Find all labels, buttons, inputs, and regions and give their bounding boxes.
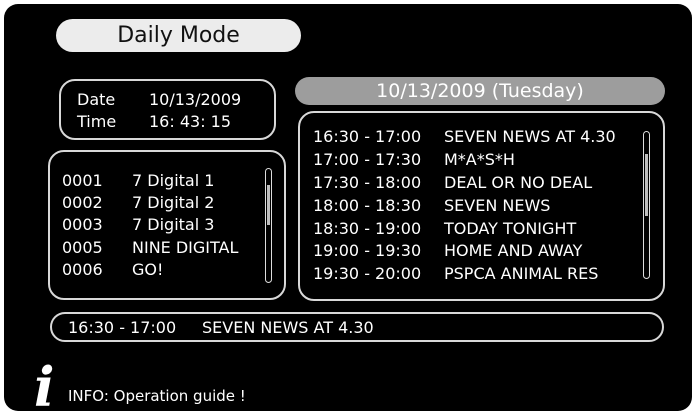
page-title: Daily Mode bbox=[56, 19, 301, 52]
channel-number: 0001 bbox=[62, 171, 103, 190]
channel-name: 7 Digital 3 bbox=[132, 215, 215, 235]
schedule-program: SEVEN NEWS AT 4.30 bbox=[444, 127, 616, 146]
schedule-program: DEAL OR NO DEAL bbox=[444, 172, 593, 192]
date-value: 10/13/2009 bbox=[149, 90, 242, 109]
schedule-program: PSPCA ANIMAL RES bbox=[444, 264, 599, 284]
schedule-time: 18:00 - 18:30 bbox=[313, 195, 422, 215]
channel-item[interactable]: 0006 GO! bbox=[62, 259, 238, 281]
schedule-time: 16:30 - 17:00 bbox=[313, 127, 422, 146]
channel-name: 7 Digital 1 bbox=[132, 171, 215, 190]
date-label: Date bbox=[77, 90, 116, 109]
schedule-date-header: 10/13/2009 (Tuesday) bbox=[295, 77, 665, 105]
schedule-time: 18:30 - 19:00 bbox=[313, 218, 422, 238]
channel-number: 0006 bbox=[62, 259, 103, 279]
channel-item[interactable]: 0003 7 Digital 3 bbox=[62, 214, 238, 236]
channel-item[interactable]: 0001 7 Digital 1 bbox=[62, 170, 238, 192]
channel-scroll-thumb[interactable] bbox=[267, 185, 270, 225]
schedule-item[interactable]: 17:30 - 18:00 DEAL OR NO DEAL bbox=[313, 171, 616, 194]
schedule-time: 17:30 - 18:00 bbox=[313, 172, 422, 192]
schedule-item[interactable]: 17:00 - 17:30 M*A*S*H bbox=[313, 148, 616, 171]
datetime-panel: Date 10/13/2009 Time 16: 43: 15 bbox=[59, 79, 276, 140]
time-value: 16: 43: 15 bbox=[149, 112, 232, 131]
schedule-scrollbar[interactable] bbox=[643, 131, 650, 279]
epg-screen: Daily Mode Date 10/13/2009 Time 16: 43: … bbox=[4, 4, 692, 419]
channel-scrollbar[interactable] bbox=[265, 168, 272, 283]
schedule-item[interactable]: 19:00 - 19:30 HOME AND AWAY bbox=[313, 239, 616, 262]
time-label: Time bbox=[77, 112, 117, 131]
schedule-scroll-thumb[interactable] bbox=[645, 154, 648, 216]
time-row: Time 16: 43: 15 bbox=[77, 112, 231, 131]
schedule-program: HOME AND AWAY bbox=[444, 241, 583, 261]
channel-list[interactable]: 0001 7 Digital 1 0002 7 Digital 2 0003 7 Di… bbox=[48, 150, 286, 300]
schedule-item[interactable]: 18:30 - 19:00 TODAY TONIGHT bbox=[313, 217, 616, 240]
channel-number: 0002 bbox=[62, 193, 103, 213]
schedule-item[interactable]: 16:30 - 17:00 SEVEN NEWS AT 4.30 bbox=[313, 125, 616, 148]
schedule-item[interactable]: 19:30 - 20:00 PSPCA ANIMAL RES bbox=[313, 262, 616, 285]
channel-name: GO! bbox=[132, 259, 164, 279]
schedule-time: 19:00 - 19:30 bbox=[313, 241, 422, 261]
schedule-time: 19:30 - 20:00 bbox=[313, 264, 422, 284]
date-row: Date 10/13/2009 bbox=[77, 90, 241, 109]
channel-number: 0005 bbox=[62, 237, 103, 257]
channel-item[interactable]: 0005 NINE DIGITAL bbox=[62, 237, 238, 259]
schedule-list[interactable]: 16:30 - 17:00 SEVEN NEWS AT 4.30 17:00 - … bbox=[298, 111, 665, 301]
schedule-program: M*A*S*H bbox=[444, 149, 515, 169]
now-playing-time: 16:30 - 17:00 bbox=[68, 318, 177, 337]
info-icon: i bbox=[34, 355, 55, 419]
now-playing-program: SEVEN NEWS AT 4.30 bbox=[202, 318, 374, 337]
channel-name: NINE DIGITAL bbox=[132, 237, 239, 257]
now-playing-bar: 16:30 - 17:00 SEVEN NEWS AT 4.30 bbox=[50, 312, 664, 342]
schedule-time: 17:00 - 17:30 bbox=[313, 149, 422, 169]
schedule-program: TODAY TONIGHT bbox=[444, 218, 577, 238]
channel-name: 7 Digital 2 bbox=[132, 193, 215, 213]
info-text: INFO: Operation guide ! bbox=[68, 387, 246, 405]
channel-number: 0003 bbox=[62, 215, 103, 235]
schedule-item[interactable]: 18:00 - 18:30 SEVEN NEWS bbox=[313, 194, 616, 217]
schedule-program: SEVEN NEWS bbox=[444, 195, 551, 215]
channel-item[interactable]: 0002 7 Digital 2 bbox=[62, 192, 238, 214]
